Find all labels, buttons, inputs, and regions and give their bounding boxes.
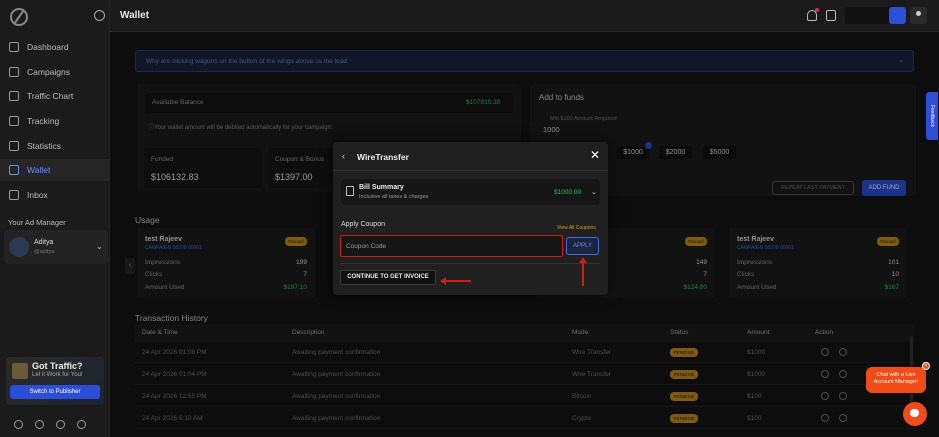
phone-icon[interactable] <box>14 420 23 429</box>
promo-image <box>12 363 28 379</box>
chevron-down-icon[interactable]: ⌄ <box>591 188 597 196</box>
sidebar-item-label: Inbox <box>27 190 48 200</box>
ad-manager-card[interactable]: Aditya @aditya ⌄ <box>4 230 108 264</box>
notification-badge <box>815 8 819 12</box>
bill-amount: $1000.00 <box>554 189 582 196</box>
campaign-icon <box>9 67 19 77</box>
switch-to-publisher-button[interactable]: Switch to Publisher <box>10 385 100 399</box>
publisher-promo: Got Traffic? Let it Work for You! Switch… <box>6 357 104 405</box>
bill-summary-subtitle: Inclusive all taxes & charges <box>359 194 429 200</box>
sidebar-item-inbox[interactable]: Inbox <box>0 184 110 206</box>
ad-manager-name: Aditya <box>34 239 54 246</box>
user-icon[interactable] <box>910 7 927 24</box>
chat-icon[interactable] <box>903 402 927 426</box>
close-icon[interactable]: × <box>922 362 930 370</box>
apply-button[interactable]: APPLY <box>566 237 599 255</box>
feedback-tab[interactable]: Feedback <box>926 92 938 140</box>
topbar: Wallet <box>94 0 939 32</box>
help-icon[interactable] <box>77 420 86 429</box>
view-all-coupons-link[interactable]: View All Coupons <box>557 225 596 231</box>
apply-coupon-label: Apply Coupon <box>341 221 385 228</box>
annotation-arrow-left <box>440 277 471 285</box>
sidebar-item-label: Tracking <box>27 116 60 126</box>
wallet-icon <box>9 165 19 175</box>
balance-chip[interactable] <box>845 7 890 24</box>
promo-title: Got Traffic? <box>32 361 83 371</box>
promo-subtitle: Let it Work for You! <box>32 372 83 378</box>
receipt-icon <box>346 186 354 196</box>
skype-icon[interactable] <box>56 420 65 429</box>
chart-icon <box>9 91 19 101</box>
annotation-arrow-up <box>579 257 587 286</box>
continue-to-invoice-button[interactable]: CONTINUE TO GET INVOICE <box>340 270 436 285</box>
page-title: Wallet <box>120 10 150 21</box>
inbox-icon <box>9 190 19 200</box>
sidebar-toggle-icon[interactable] <box>94 10 105 21</box>
tracking-icon <box>9 116 19 126</box>
settings-icon[interactable] <box>889 7 906 24</box>
logo-icon[interactable] <box>10 8 28 26</box>
bill-summary-title: Bill Summary <box>359 184 404 191</box>
wire-transfer-modal: ‹ WireTransfer ✕ Bill Summary Inclusive … <box>333 142 608 295</box>
sidebar: Dashboard Campaigns Traffic Chart Tracki… <box>0 0 110 437</box>
sidebar-item-traffic-chart[interactable]: Traffic Chart <box>0 85 110 107</box>
sidebar-item-label: Campaigns <box>27 67 70 77</box>
sidebar-item-label: Statistics <box>27 141 62 151</box>
avatar <box>9 237 29 257</box>
sidebar-item-statistics[interactable]: Statistics <box>0 135 110 157</box>
sidebar-item-tracking[interactable]: Tracking <box>0 110 110 132</box>
sidebar-item-label: Traffic Chart <box>27 91 74 101</box>
statistics-icon <box>9 141 19 151</box>
sidebar-item-wallet[interactable]: Wallet <box>0 159 110 181</box>
close-icon[interactable]: ✕ <box>590 148 600 162</box>
divider <box>341 263 600 264</box>
divider <box>333 170 608 171</box>
coupon-code-input[interactable] <box>340 235 563 257</box>
ad-manager-label: Your Ad Manager <box>8 218 66 227</box>
chevron-down-icon[interactable]: ⌄ <box>96 242 103 251</box>
sidebar-footer-icons <box>14 420 86 429</box>
sidebar-item-dashboard[interactable]: Dashboard <box>0 36 110 58</box>
modal-title: WireTransfer <box>357 152 409 162</box>
mail-icon[interactable] <box>35 420 44 429</box>
home-icon <box>9 42 19 52</box>
chat-prompt[interactable]: Chat with a Live Account Manager! <box>866 367 926 393</box>
sidebar-item-label: Wallet <box>27 165 51 175</box>
bill-summary[interactable]: Bill Summary Inclusive all taxes & charg… <box>341 179 600 205</box>
sidebar-item-label: Dashboard <box>27 42 69 52</box>
sidebar-item-campaigns[interactable]: Campaigns <box>0 61 110 83</box>
back-arrow-icon[interactable]: ‹ <box>342 151 345 161</box>
ad-manager-handle: @aditya <box>34 249 55 255</box>
messages-icon[interactable] <box>826 10 836 21</box>
